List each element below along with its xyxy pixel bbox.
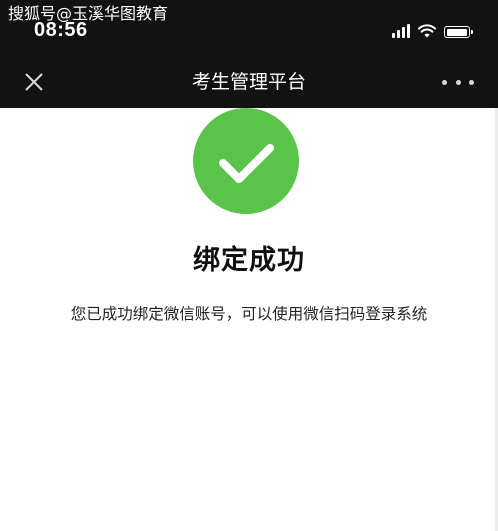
page-title: 考生管理平台	[191, 71, 306, 93]
check-circle-icon	[193, 108, 299, 214]
top-bar: 搜狐号@玉溪华图教育 08:56 考生管理平台	[0, 0, 498, 108]
result-description: 您已成功绑定微信账号，可以使用微信扫码登录系统	[70, 305, 428, 323]
status-icons	[392, 22, 473, 38]
cellular-signal-icon	[392, 24, 410, 38]
battery-icon	[444, 26, 473, 38]
wifi-icon	[418, 24, 436, 38]
more-icon-dot[interactable]	[469, 79, 474, 85]
more-icon-dot[interactable]	[455, 79, 461, 85]
result-title: 绑定成功	[193, 245, 305, 276]
screen: 搜狐号@玉溪华图教育 08:56 考生管理平台 绑定成功 您已成功绑定微信账号，…	[0, 0, 498, 531]
watermark: 搜狐号@玉溪华图教育	[8, 4, 169, 23]
navbar: 考生管理平台	[0, 56, 498, 108]
more-button[interactable]	[442, 70, 474, 94]
status-time: 08:56	[34, 19, 88, 41]
more-icon-dot[interactable]	[442, 79, 447, 85]
